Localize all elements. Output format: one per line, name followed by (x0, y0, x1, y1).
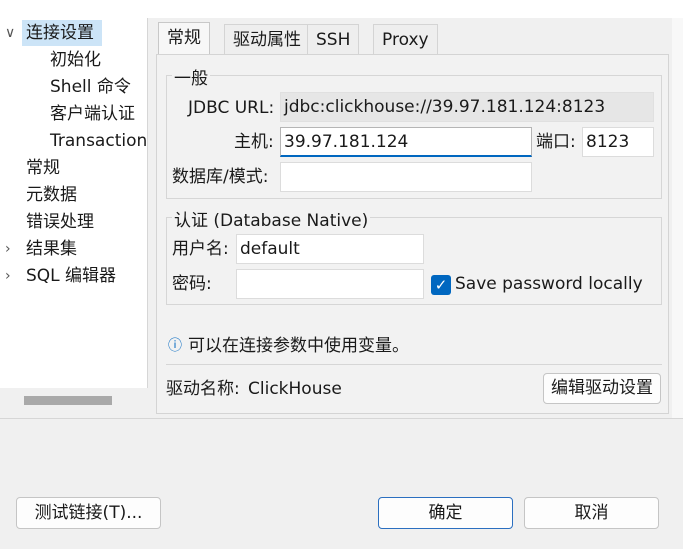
tree-item-label: Shell 命令 (50, 77, 131, 97)
password-label: 密码: (172, 274, 212, 294)
tree-item-result-sets[interactable]: 结果集 (26, 236, 77, 262)
tree-item-label: 元数据 (26, 185, 77, 205)
save-password-checkbox[interactable]: ✓ (431, 275, 451, 295)
password-input[interactable] (236, 269, 424, 299)
database-schema-label: 数据库/模式: (172, 167, 269, 187)
divider (166, 364, 662, 365)
tree-item-metadata[interactable]: 元数据 (26, 182, 77, 208)
divider (0, 418, 683, 419)
port-input[interactable]: 8123 (582, 127, 654, 157)
host-label: 主机: (234, 132, 274, 152)
info-icon: ⓘ (168, 338, 182, 354)
tab-label: Proxy (382, 30, 429, 50)
tree-item-label: 常规 (26, 158, 60, 178)
port-label: 端口: (536, 132, 576, 152)
host-input[interactable]: 39.97.181.124 (280, 127, 532, 157)
tab-label: 常规 (167, 28, 201, 48)
chevron-down-icon[interactable]: ∨ (5, 20, 19, 46)
tree-item-sql-editor[interactable]: SQL 编辑器 (26, 263, 116, 289)
tree-item-client-auth[interactable]: 客户端认证 (50, 101, 135, 127)
tab-proxy[interactable]: Proxy (373, 24, 438, 54)
tree-item-label: Transaction (50, 131, 148, 151)
jdbc-url-field[interactable]: jdbc:clickhouse://39.97.181.124:8123 (280, 92, 654, 122)
test-connection-button[interactable]: 测试链接(T)... (16, 497, 161, 529)
tree-item-general[interactable]: 常规 (26, 155, 60, 181)
tree-item-shell-commands[interactable]: Shell 命令 (50, 74, 131, 100)
tree-item-label: 结果集 (26, 239, 77, 259)
database-schema-input[interactable] (280, 162, 532, 192)
tree-item-label: 客户端认证 (50, 104, 135, 124)
tree-item-error-handling[interactable]: 错误处理 (26, 209, 94, 235)
edit-driver-settings-button[interactable]: 编辑驱动设置 (543, 373, 661, 404)
title-strip (0, 0, 683, 18)
ok-button[interactable]: 确定 (378, 497, 513, 529)
tab-label: SSH (316, 30, 351, 50)
tree-item-label: 连接设置 (26, 23, 94, 43)
general-group-title: 一般 (172, 64, 210, 89)
tree-item-label: 初始化 (50, 50, 101, 70)
tree-item-label: SQL 编辑器 (26, 266, 117, 286)
tab-ssh[interactable]: SSH (307, 24, 360, 54)
driver-name-value: ClickHouse (248, 379, 342, 399)
jdbc-url-label: JDBC URL: (188, 98, 275, 118)
driver-name-label: 驱动名称: (166, 379, 240, 399)
chevron-right-icon[interactable]: › (5, 263, 19, 289)
info-text: 可以在连接参数中使用变量。 (188, 336, 409, 356)
tree-item-connection-settings[interactable]: 连接设置 (22, 20, 102, 46)
tree-item-label: 错误处理 (26, 212, 94, 232)
cancel-button[interactable]: 取消 (524, 497, 659, 529)
tab-driver-properties[interactable]: 驱动属性 (224, 24, 310, 54)
scrollbar-thumb[interactable] (24, 396, 112, 405)
background-window-edge (672, 18, 683, 418)
tab-label: 驱动属性 (233, 30, 301, 50)
tab-general[interactable]: 常规 (158, 22, 210, 54)
username-label: 用户名: (172, 239, 229, 259)
settings-tree: 连接设置 ∨ 初始化 Shell 命令 客户端认证 Transaction 常规… (0, 18, 148, 418)
save-password-label[interactable]: Save password locally (455, 270, 643, 298)
username-input[interactable]: default (236, 234, 424, 264)
chevron-right-icon[interactable]: › (5, 236, 19, 262)
auth-group-title: 认证 (Database Native) (172, 206, 371, 231)
tree-item-transaction[interactable]: Transaction (50, 128, 147, 154)
tree-item-init[interactable]: 初始化 (50, 47, 101, 73)
